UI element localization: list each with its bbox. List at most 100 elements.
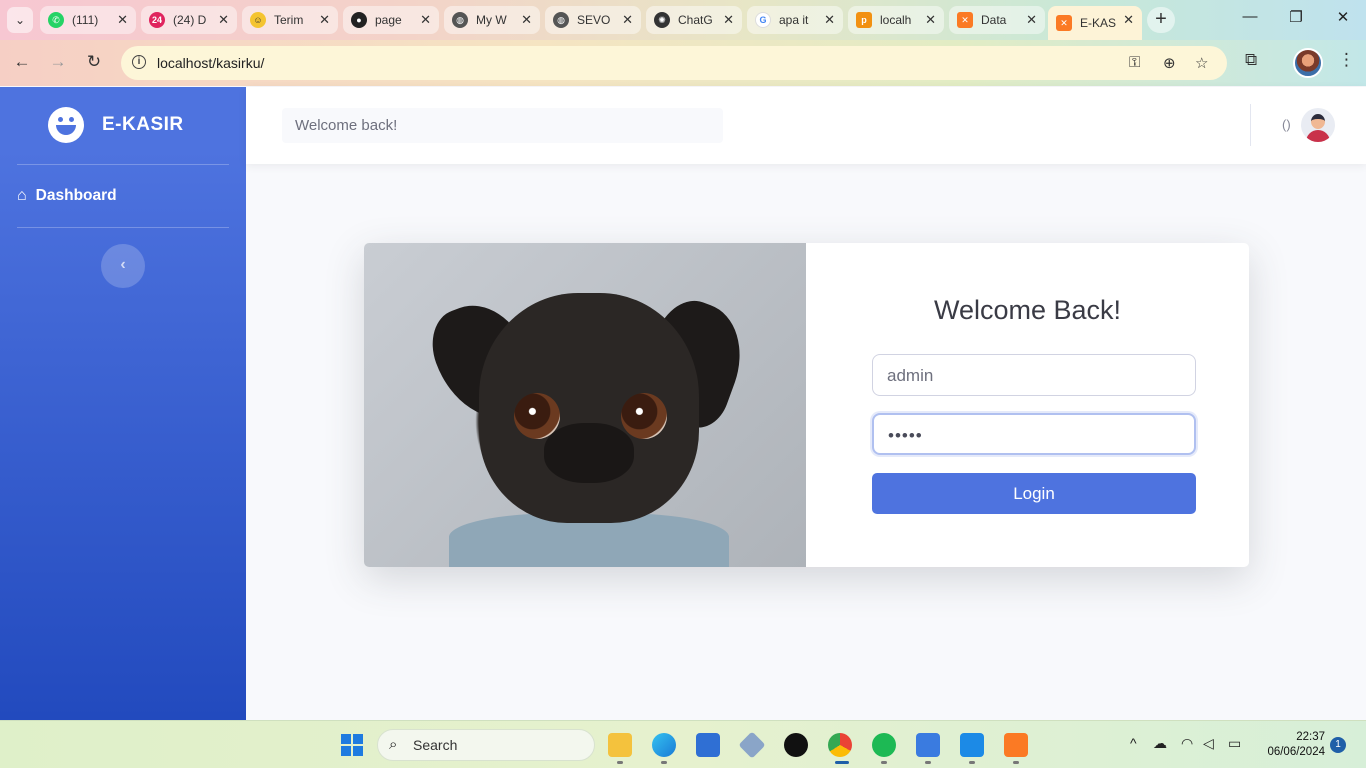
address-bar[interactable]: i localhost/kasirku/ ⚿ ⊕ ☆ (121, 46, 1227, 80)
bookmark-star-icon[interactable]: ☆ (1195, 54, 1208, 72)
chevron-left-icon: ‹ (120, 256, 126, 273)
file-explorer-icon[interactable] (608, 733, 632, 757)
openai-icon: ✺ (654, 12, 670, 28)
topbar-welcome-field[interactable]: Welcome back! (282, 108, 723, 143)
sidebar-item-dashboard[interactable]: ⌂ Dashboard (17, 187, 117, 205)
onedrive-icon[interactable]: ☁ (1153, 735, 1167, 752)
close-icon[interactable]: ✕ (1026, 12, 1037, 28)
tab-title: E-KAS (1080, 16, 1117, 30)
tiktok-icon[interactable] (784, 733, 808, 757)
close-window-icon[interactable]: ✕ (1333, 8, 1353, 26)
taskbar-clock[interactable]: 22:37 06/06/2024 (1255, 730, 1325, 760)
extensions-puzzle-icon[interactable]: ⧉ (1245, 50, 1257, 70)
browser-tab[interactable]: ✺ ChatG ✕ (646, 6, 742, 34)
profile-avatar[interactable] (1293, 48, 1323, 78)
chrome-icon[interactable] (828, 733, 852, 757)
close-icon[interactable]: ✕ (723, 12, 734, 28)
close-icon[interactable]: ✕ (319, 12, 330, 28)
running-indicator (617, 761, 623, 764)
google-icon: G (755, 12, 771, 28)
github-icon: ● (351, 12, 367, 28)
notification-24-icon: 24 (149, 12, 165, 28)
browser-tab-active[interactable]: ✕ E-KAS ✕ (1048, 6, 1142, 40)
tab-search-chevron-icon[interactable]: ⌄ (7, 7, 33, 33)
browser-tab[interactable]: ◍ SEVO ✕ (545, 6, 641, 34)
tab-title: (24) D (173, 13, 207, 27)
running-indicator (661, 761, 667, 764)
taskbar-search[interactable]: ⌕ Search (377, 729, 595, 761)
edge-icon[interactable] (652, 733, 676, 757)
browser-tab[interactable]: 24 (24) D ✕ (141, 6, 237, 34)
browser-tab[interactable]: ✆ (111) ✕ (40, 6, 136, 34)
restore-icon[interactable]: ❐ (1286, 8, 1306, 26)
close-icon[interactable]: ✕ (925, 12, 936, 28)
tab-title: Data (981, 13, 1007, 27)
user-avatar[interactable] (1301, 108, 1335, 142)
globe-icon: ◍ (553, 12, 569, 28)
site-info-icon[interactable]: i (132, 55, 146, 69)
sidebar-divider (17, 164, 229, 165)
notepad-icon[interactable] (916, 733, 940, 757)
running-indicator (1013, 761, 1019, 764)
sidebar-toggle-button[interactable]: ‹ (101, 244, 145, 288)
xampp-icon[interactable] (1004, 733, 1028, 757)
pug-eye-right (621, 393, 667, 439)
close-icon[interactable]: ✕ (521, 12, 532, 28)
spotify-icon[interactable] (872, 733, 896, 757)
browser-tab[interactable]: ◍ My W ✕ (444, 6, 540, 34)
windows-taskbar: ⌕ Search ^ ☁ ◠ ◁ ▭ 22:37 06/06/2024 1 (0, 720, 1366, 768)
xampp-icon: ✕ (1056, 15, 1072, 31)
close-icon[interactable]: ✕ (1123, 12, 1134, 28)
username-field[interactable]: admin (872, 354, 1196, 396)
password-key-icon[interactable]: ⚿ (1129, 54, 1140, 71)
volume-icon[interactable]: ◁ (1203, 735, 1214, 752)
avatar-body (1306, 130, 1330, 142)
browser-tab[interactable]: ● page ✕ (343, 6, 439, 34)
tab-title: My W (476, 13, 507, 27)
minimize-icon[interactable]: — (1240, 8, 1260, 25)
home-icon: ⌂ (17, 187, 27, 204)
sidebar-brand[interactable]: E-KASIR (48, 107, 184, 143)
tab-title: page (375, 13, 402, 27)
browser-toolbar: ← → ↻ i localhost/kasirku/ ⚿ ⊕ ☆ (0, 40, 1366, 86)
virtualbox-icon[interactable] (738, 731, 766, 759)
close-icon[interactable]: ✕ (420, 12, 431, 28)
tab-title: apa it (779, 13, 809, 27)
tab-title: ChatG (678, 13, 713, 27)
tab-title: SEVO (577, 13, 611, 27)
user-name[interactable]: () (1282, 117, 1291, 132)
login-button[interactable]: Login (872, 473, 1196, 514)
store-icon[interactable] (696, 733, 720, 757)
tab-title: (111) (72, 13, 99, 27)
wifi-icon[interactable]: ◠ (1181, 735, 1193, 752)
close-icon[interactable]: ✕ (622, 12, 633, 28)
topbar: Welcome back! () (246, 87, 1366, 164)
search-icon: ⌕ (389, 736, 398, 753)
close-icon[interactable]: ✕ (117, 12, 128, 28)
chevron-up-icon[interactable]: ^ (1130, 735, 1137, 751)
back-arrow-icon[interactable]: ← (12, 52, 32, 72)
notification-badge[interactable]: 1 (1330, 737, 1346, 753)
forward-arrow-icon[interactable]: → (48, 52, 68, 72)
reload-icon[interactable]: ↻ (84, 52, 104, 72)
zoom-icon[interactable]: ⊕ (1163, 54, 1176, 72)
password-field[interactable]: ••••• (872, 413, 1196, 455)
clock-time: 22:37 (1296, 731, 1325, 743)
vscode-icon[interactable] (960, 733, 984, 757)
close-icon[interactable]: ✕ (218, 12, 229, 28)
battery-icon[interactable]: ▭ (1228, 735, 1241, 752)
browser-tab[interactable]: ✕ Data ✕ (949, 6, 1045, 34)
avatar-head (1311, 114, 1325, 129)
close-icon[interactable]: ✕ (824, 12, 835, 28)
browser-tab[interactable]: p localh ✕ (848, 6, 944, 34)
browser-tab[interactable]: ☺ Terim ✕ (242, 6, 338, 34)
login-image (364, 243, 806, 567)
url-text[interactable]: localhost/kasirku/ (157, 55, 264, 71)
running-indicator (969, 761, 975, 764)
windows-start-icon[interactable] (340, 733, 364, 757)
new-tab-button[interactable]: + (1147, 7, 1175, 33)
sidebar-item-label: Dashboard (35, 187, 117, 204)
browser-menu-icon[interactable]: ⋮ (1338, 50, 1355, 70)
laugh-wink-icon (48, 107, 84, 143)
browser-tab[interactable]: G apa it ✕ (747, 6, 843, 34)
